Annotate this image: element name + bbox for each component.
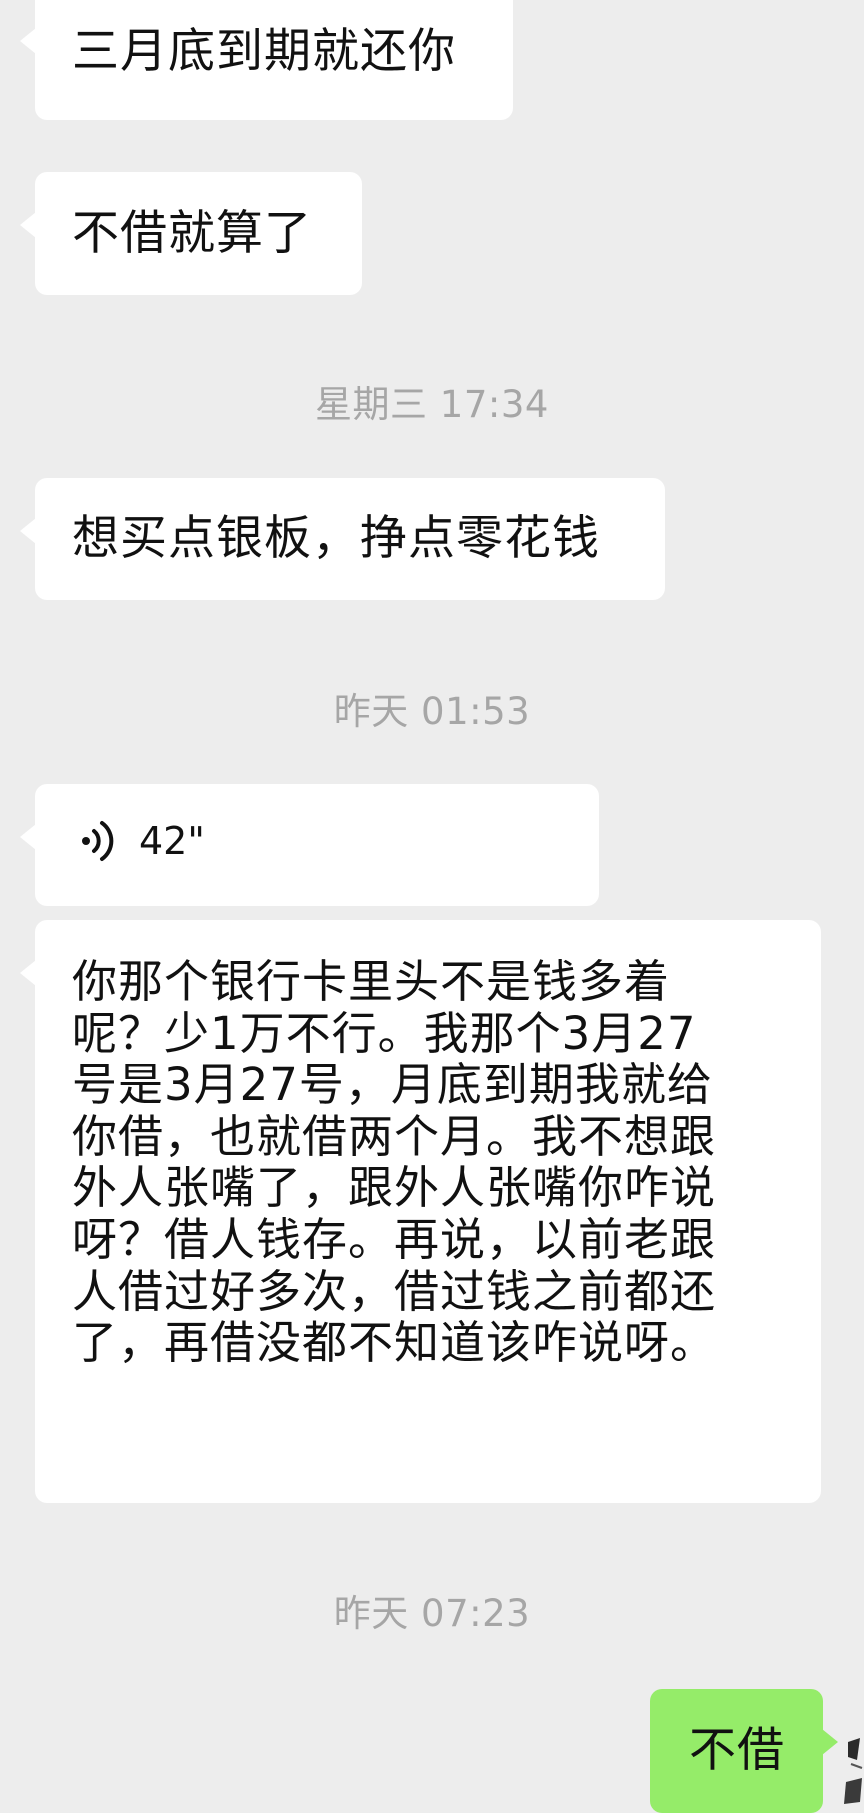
message-timestamp: 星期三 17:34 — [315, 383, 549, 426]
chat-window: 三月底到期就还你 不借就算了 星期三 17:34 想买点银板，挣点零花钱 昨天 … — [0, 0, 864, 1813]
message-line: 人借过好多次，借过钱之前都还 — [72, 1264, 717, 1318]
message-line: 号是3月27号，月底到期我就给 — [72, 1058, 713, 1112]
message-timestamp: 昨天 01:53 — [333, 690, 531, 733]
message-bubble-incoming[interactable]: 不借就算了 — [20, 172, 362, 295]
message-line: 外人张嘴了，跟外人张嘴你咋说 — [72, 1161, 717, 1215]
voice-wave-icon — [82, 821, 114, 861]
message-line: 你借，也就借两个月。我不想跟 — [72, 1109, 717, 1163]
message-text: 想买点银板，挣点零花钱 — [72, 511, 600, 566]
message-line: 呀？借人钱存。再说，以前老跟 — [72, 1212, 717, 1266]
message-bubble-incoming[interactable]: 想买点银板，挣点零花钱 — [20, 478, 665, 600]
voice-duration: 42" — [139, 819, 205, 863]
message-bubble-incoming[interactable]: 你那个银行卡里头不是钱多着 呢？少1万不行。我那个3月27 号是3月27号，月底… — [20, 920, 821, 1503]
message-bubble-outgoing[interactable]: 不借 — [650, 1689, 838, 1813]
message-text: 三月底到期就还你 — [72, 24, 456, 79]
voice-message-bubble[interactable]: 42" — [20, 784, 599, 906]
message-line: 呢？少1万不行。我那个3月27 — [72, 1006, 697, 1060]
message-bubble-incoming[interactable]: 三月底到期就还你 — [20, 0, 513, 120]
message-text: 不借 — [689, 1723, 785, 1778]
message-line: 你那个银行卡里头不是钱多着 — [72, 955, 671, 1008]
message-line: 了，再借没都不知道该咋说呀。 — [72, 1316, 717, 1370]
avatar[interactable] — [842, 1730, 864, 1813]
message-text: 不借就算了 — [72, 206, 312, 261]
message-timestamp: 昨天 07:23 — [333, 1592, 531, 1635]
